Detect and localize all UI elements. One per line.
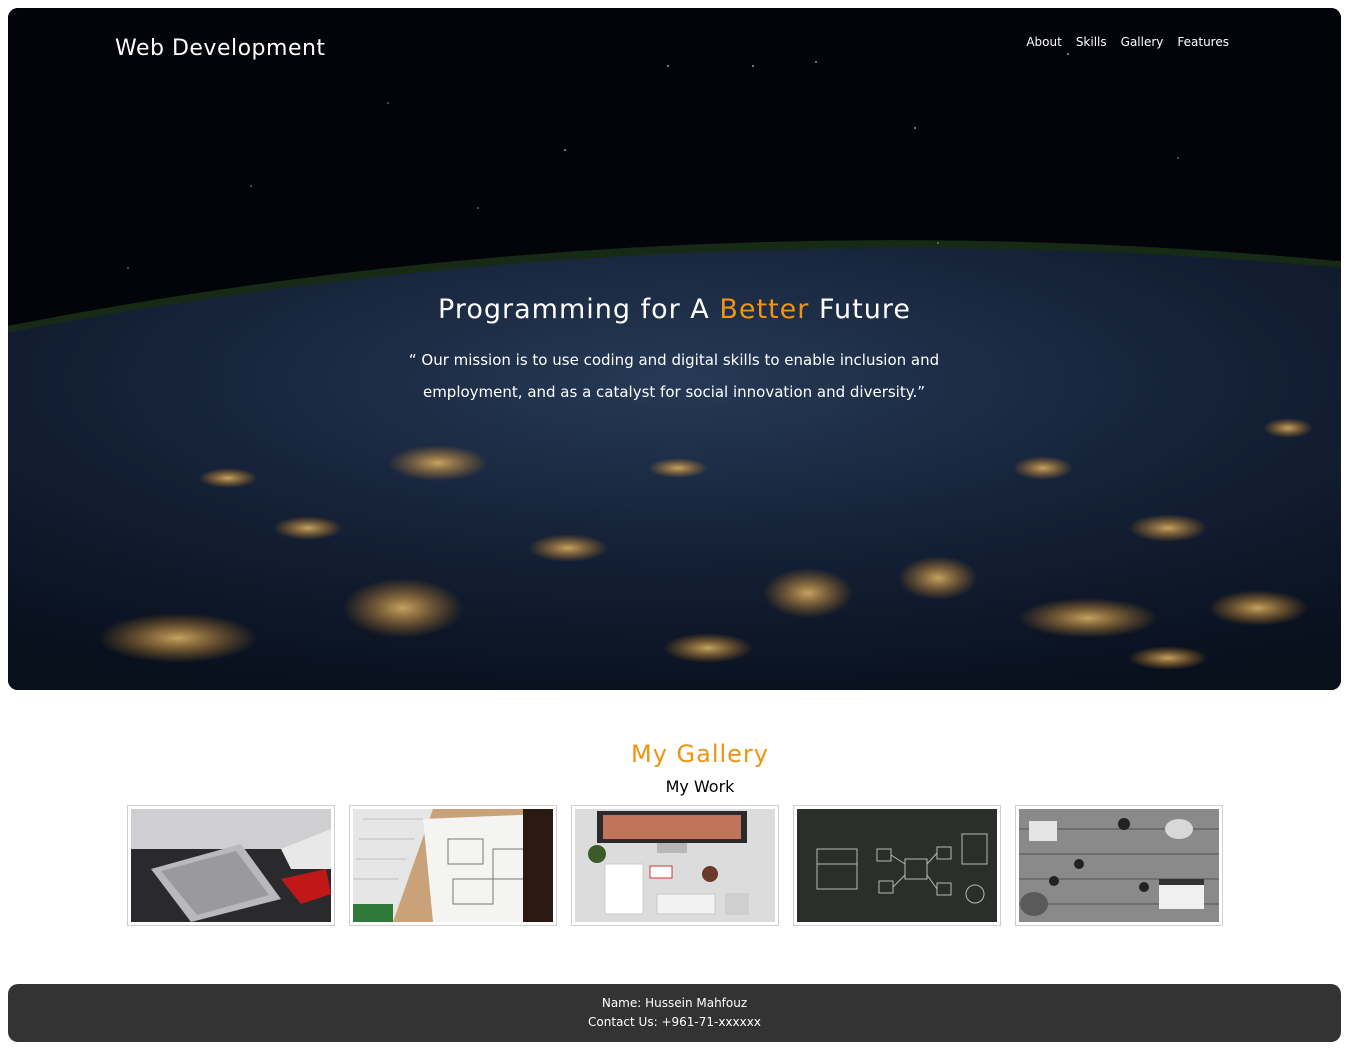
nav-skills-link[interactable]: Skills [1076,35,1107,49]
nav-gallery-link[interactable]: Gallery [1121,35,1164,49]
nav-about-link[interactable]: About [1026,35,1061,49]
hero-section: Web Development About Skills Gallery Fea… [8,8,1341,690]
gallery-image-team-meeting[interactable] [1015,805,1223,926]
team-meeting-photo [1019,809,1219,922]
chalkboard-diagram-photo [797,809,997,922]
gallery-title: My Gallery [630,740,769,768]
keyboard-sketch-photo [353,809,553,922]
site-brand[interactable]: Web Development [115,36,326,61]
hero-title: Programming for A Better Future [8,294,1341,325]
gallery-image-keyboard-sketch[interactable] [349,805,557,926]
gallery-image-imac-desk[interactable] [571,805,779,926]
main-nav: About Skills Gallery Features [1026,35,1229,49]
imac-desk-photo [575,809,775,922]
hero-title-pre: Programming for A [438,294,720,325]
laptop-desk-photo [131,809,331,922]
hero-title-accent: Better [719,294,810,325]
nav-features-link[interactable]: Features [1177,35,1229,49]
footer-name: Name: Hussein Mahfouz [601,996,748,1010]
gallery-image-chalkboard-diagram[interactable] [793,805,1001,926]
gallery-image-laptop-desk[interactable] [127,805,335,926]
hero-mission-quote: “ Our mission is to use coding and digit… [408,351,940,401]
footer-contact: Contact Us: +961-71-xxxxxx [588,1015,761,1029]
gallery-subtitle: My Work [665,777,735,796]
site-footer: Name: Hussein Mahfouz Contact Us: +961-7… [8,984,1341,1042]
hero-title-post: Future [809,294,911,325]
